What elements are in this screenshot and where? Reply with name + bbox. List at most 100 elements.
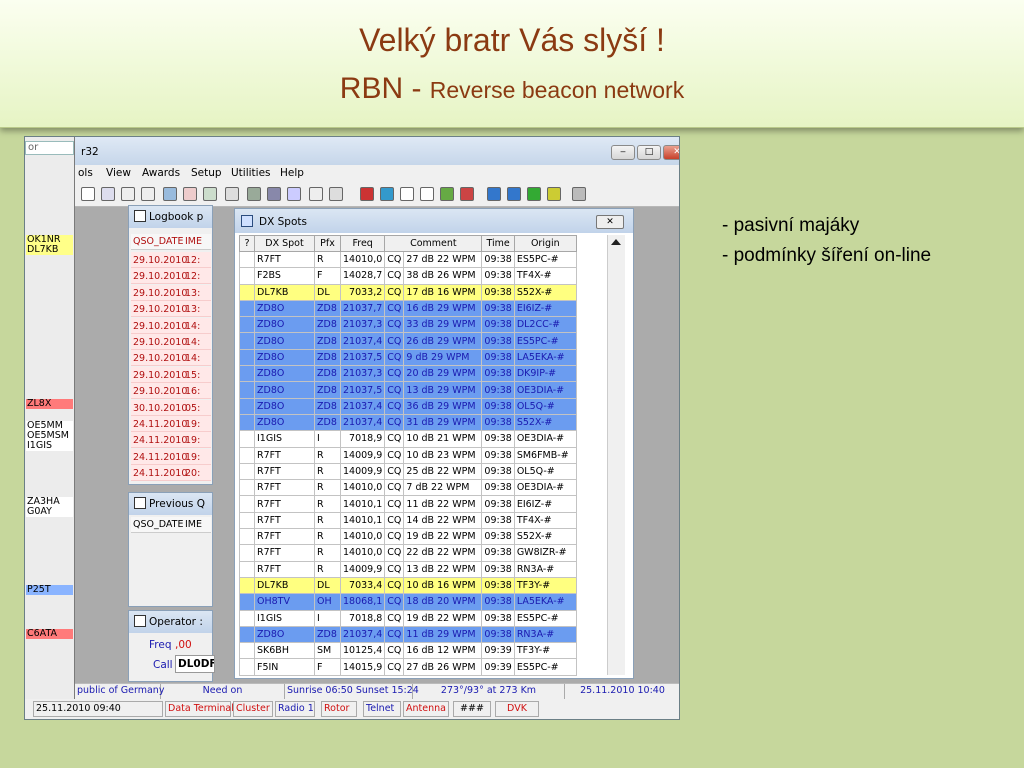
tool-icon[interactable] bbox=[183, 187, 197, 201]
tool-icon[interactable] bbox=[527, 187, 541, 201]
status-telnet[interactable]: Telnet bbox=[363, 701, 401, 717]
tool-icon[interactable] bbox=[460, 187, 474, 201]
tool-icon[interactable] bbox=[81, 187, 95, 201]
spot-row[interactable]: ZD8O ZD8 21037,7 CQ 16 dB 29 WPM 09:38 EI6IZ-# bbox=[239, 299, 577, 318]
spot-row[interactable]: ZD8O ZD8 21037,5 CQ 13 dB 29 WPM 09:38 OE3DIA-… bbox=[239, 381, 577, 399]
spot-row[interactable]: R7FT R 14009,9 CQ 10 dB 23 WPM 09:38 SM6FMB-# bbox=[239, 446, 577, 464]
menu-help[interactable]: Help bbox=[280, 167, 304, 179]
spot-row[interactable]: ZD8O ZD8 21037,4 CQ 26 dB 29 WPM 09:38 ES5PC-# bbox=[239, 332, 577, 350]
log-row[interactable]: 29.10.2010 14: bbox=[131, 334, 211, 350]
log-row[interactable]: 29.10.2010 13: bbox=[131, 301, 211, 318]
menu-awards[interactable]: Awards bbox=[142, 167, 180, 179]
previous-titlebar[interactable]: Previous Q bbox=[129, 493, 212, 515]
tool-icon[interactable] bbox=[420, 187, 434, 201]
spot-row[interactable]: R7FT R 14010,0 CQ 27 dB 22 WPM 09:38 ES5PC-# bbox=[239, 250, 577, 269]
bandmap-call-box[interactable]: OK1NR DL7KB bbox=[26, 235, 73, 255]
tool-icon[interactable] bbox=[101, 187, 115, 201]
bandmap-call-box[interactable]: ZL8X bbox=[26, 399, 73, 409]
log-row[interactable]: 30.10.2010 05: bbox=[131, 399, 211, 416]
col-header-origin[interactable]: Origin bbox=[513, 235, 577, 252]
tool-icon[interactable] bbox=[121, 187, 135, 201]
status-antenna[interactable]: Antenna bbox=[403, 701, 449, 717]
dx-spots-titlebar[interactable]: DX Spots ✕ bbox=[235, 209, 633, 233]
tool-icon[interactable] bbox=[360, 187, 374, 201]
tool-icon[interactable] bbox=[267, 187, 281, 201]
spot-row[interactable]: R7FT R 14009,9 CQ 13 dB 22 WPM 09:38 RN3A-# bbox=[239, 560, 577, 578]
spot-row[interactable]: F2BS F 14028,7 CQ 38 dB 26 WPM 09:38 TF4X-# bbox=[239, 267, 577, 285]
tool-icon[interactable] bbox=[487, 187, 501, 201]
spot-row[interactable]: F5IN F 14015,9 CQ 27 dB 26 WPM 09:39 ES5PC-# bbox=[239, 658, 577, 676]
log-row[interactable]: 24.11.2010 19: bbox=[131, 432, 211, 449]
call-input[interactable]: DL0DF bbox=[175, 655, 215, 673]
spot-row[interactable]: R7FT R 14009,9 CQ 25 dB 22 WPM 09:38 OL5Q-# bbox=[239, 462, 577, 481]
spot-row[interactable]: DL7KB DL 7033,4 CQ 10 dB 16 WPM 09:38 TF3Y-# bbox=[239, 576, 577, 595]
tool-icon[interactable] bbox=[572, 187, 586, 201]
spot-row[interactable]: R7FT R 14010,1 CQ 14 dB 22 WPM 09:38 TF4X-# bbox=[239, 511, 577, 530]
spot-row[interactable]: I1GIS I 7018,8 CQ 19 dB 22 WPM 09:38 ES5PC-# bbox=[239, 609, 577, 627]
log-row[interactable]: 24.11.2010 20: bbox=[131, 465, 211, 482]
spot-row[interactable]: ZD8O ZD8 21037,4 CQ 11 dB 29 WPM 09:38 RN3A-# bbox=[239, 625, 577, 644]
tool-icon[interactable] bbox=[400, 187, 414, 201]
tool-icon[interactable] bbox=[247, 187, 261, 201]
col-header-pfx[interactable]: Pfx bbox=[314, 235, 341, 252]
spot-row[interactable]: ZD8O ZD8 21037,5 CQ 9 dB 29 WPM 09:38 LA5EKA-# bbox=[239, 348, 577, 367]
dx-spots-scrollbar[interactable] bbox=[607, 235, 625, 675]
tool-icon[interactable] bbox=[380, 187, 394, 201]
scroll-up-arrow-icon[interactable] bbox=[611, 239, 621, 245]
operator-titlebar[interactable]: Operator : bbox=[129, 611, 212, 633]
status-data-terminal[interactable]: Data Terminal bbox=[165, 701, 234, 717]
tool-icon[interactable] bbox=[309, 187, 323, 201]
log-row[interactable]: 29.10.2010 14: bbox=[131, 350, 211, 367]
col-header-time[interactable]: Time bbox=[481, 235, 515, 252]
tool-icon[interactable] bbox=[507, 187, 521, 201]
minimize-button[interactable]: ‒ bbox=[611, 145, 635, 160]
spot-row[interactable]: R7FT R 14010,0 CQ 7 dB 22 WPM 09:38 OE3DIA-# bbox=[239, 479, 577, 497]
logbook-window[interactable]: Logbook p QSO_DATE IME 29.10.2010 12: 29.1… bbox=[128, 205, 213, 485]
log-row[interactable]: 29.10.2010 14: bbox=[131, 317, 211, 334]
log-row[interactable]: 29.10.2010 13: bbox=[131, 284, 211, 301]
tool-icon[interactable] bbox=[329, 187, 343, 201]
tool-icon[interactable] bbox=[225, 187, 239, 201]
log-row[interactable]: 29.10.2010 16: bbox=[131, 383, 211, 400]
status-cluster[interactable]: Cluster bbox=[233, 701, 273, 717]
log-row[interactable]: 24.11.2010 19: bbox=[131, 448, 211, 465]
menu-tools[interactable]: ols bbox=[78, 167, 93, 179]
bandmap-call-box[interactable]: ZA3HA G0AY bbox=[26, 497, 73, 517]
tool-icon[interactable] bbox=[440, 187, 454, 201]
bandmap-call-box[interactable]: C6ATA bbox=[26, 629, 73, 639]
maximize-button[interactable]: □ bbox=[637, 145, 661, 160]
menu-utilities[interactable]: Utilities bbox=[231, 167, 271, 179]
col-header-comment[interactable]: Comment bbox=[384, 235, 483, 252]
col-header-flag[interactable]: ? bbox=[239, 235, 255, 252]
spot-row[interactable]: ZD8O ZD8 21037,4 CQ 31 dB 29 WPM 09:38 S52X-# bbox=[239, 413, 577, 432]
dx-spots-window[interactable]: DX Spots ✕ ? DX Spot Pfx Freq Comment Ti… bbox=[234, 208, 634, 679]
previous-qso-window[interactable]: Previous Q QSO_DATE IME bbox=[128, 492, 213, 607]
col-header-dx-spot[interactable]: DX Spot bbox=[254, 235, 315, 252]
status-dvk[interactable]: DVK bbox=[495, 701, 539, 717]
log-row[interactable]: 29.10.2010 12: bbox=[131, 252, 211, 268]
menu-view[interactable]: View bbox=[106, 167, 131, 179]
spot-row[interactable]: R7FT R 14010,0 CQ 19 dB 22 WPM 09:38 S52X-# bbox=[239, 528, 577, 546]
status-radio[interactable]: Radio 1 bbox=[275, 701, 315, 717]
bandmap-call-box[interactable]: OE5MM OE5MSM I1GIS bbox=[26, 421, 73, 451]
spot-row[interactable]: I1GIS I 7018,9 CQ 10 dB 21 WPM 09:38 OE3DIA-# bbox=[239, 430, 577, 448]
spot-row[interactable]: ZD8O ZD8 21037,4 CQ 36 dB 29 WPM 09:38 OL5Q-# bbox=[239, 397, 577, 415]
menu-setup[interactable]: Setup bbox=[191, 167, 222, 179]
tool-icon[interactable] bbox=[203, 187, 217, 201]
spot-row[interactable]: DL7KB DL 7033,2 CQ 17 dB 16 WPM 09:38 S52X-# bbox=[239, 283, 577, 301]
tool-icon[interactable] bbox=[163, 187, 177, 201]
spot-row[interactable]: R7FT R 14010,0 CQ 22 dB 22 WPM 09:38 GW8IZR-# bbox=[239, 544, 577, 562]
dx-spots-close-button[interactable]: ✕ bbox=[596, 215, 624, 229]
log-row[interactable]: 29.10.2010 12: bbox=[131, 268, 211, 285]
logbook-titlebar[interactable]: Logbook p bbox=[129, 206, 212, 228]
spot-row[interactable]: ZD8O ZD8 21037,3 CQ 20 dB 29 WPM 09:38 DK9IP-# bbox=[239, 365, 577, 383]
log-row[interactable]: 29.10.2010 15: bbox=[131, 366, 211, 383]
col-header-freq[interactable]: Freq bbox=[339, 235, 386, 252]
status-rotor[interactable]: Rotor bbox=[321, 701, 357, 717]
tool-icon[interactable] bbox=[547, 187, 561, 201]
bandmap-call-box[interactable]: P25T bbox=[26, 585, 73, 595]
operator-window[interactable]: Operator : Freq ,00 Call DL0DF bbox=[128, 610, 215, 682]
spot-row[interactable]: R7FT R 14010,1 CQ 11 dB 22 WPM 09:38 EI6IZ-# bbox=[239, 495, 577, 513]
tool-icon[interactable] bbox=[287, 187, 301, 201]
spot-row[interactable]: ZD8O ZD8 21037,3 CQ 33 dB 29 WPM 09:38 DL2CC-# bbox=[239, 316, 577, 334]
